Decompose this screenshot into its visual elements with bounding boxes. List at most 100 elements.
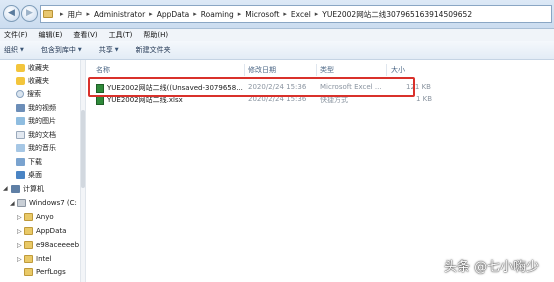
menu-tools[interactable]: 工具(T) (109, 30, 133, 40)
nav-item-label: 计算机 (23, 185, 44, 193)
expand-arrow-icon[interactable]: ▷ (17, 256, 22, 263)
nav-item-downloads[interactable]: 下载 (16, 156, 42, 168)
share-label: 共享 (98, 46, 113, 54)
star-icon (16, 64, 25, 72)
nav-item-folder-anyo[interactable]: Anyo (24, 211, 54, 223)
nav-item-label: Anyo (36, 213, 54, 221)
menu-view[interactable]: 查看(V) (73, 30, 97, 40)
nav-item-favorites-2[interactable]: 收藏夹 (16, 75, 49, 87)
video-icon (16, 104, 25, 112)
watermark: 头条 @七小嗨少 (444, 260, 540, 275)
new-folder-button[interactable]: 新建文件夹 (136, 45, 171, 55)
nav-item-desktop[interactable]: 桌面 (16, 169, 42, 181)
nav-item-drive-c[interactable]: Windows7 (C: (17, 197, 77, 209)
nav-item-label: Windows7 (C: (29, 199, 77, 207)
menu-help[interactable]: 帮助(H) (143, 30, 168, 40)
chevron-right-icon[interactable]: ▸ (238, 10, 242, 18)
star-icon (16, 77, 25, 85)
scrollbar-thumb[interactable] (81, 110, 85, 188)
nav-item-favorites[interactable]: 收藏夹 (16, 62, 49, 74)
collapse-arrow-icon[interactable]: ◢ (3, 185, 8, 192)
folder-icon (24, 227, 33, 235)
forward-button[interactable]: ▶ (21, 5, 38, 22)
back-button[interactable]: ◀ (3, 5, 20, 22)
expand-arrow-icon[interactable]: ▷ (17, 228, 22, 235)
folder-icon (24, 268, 33, 276)
navigation-pane: 收藏夹 收藏夹 搜索 我的视频 我的图片 我的文档 我的音乐 下载 桌面 ◢ 计… (0, 60, 80, 282)
column-divider[interactable] (244, 64, 245, 76)
chevron-down-icon: ▼ (77, 47, 82, 53)
address-row: ◀ ▶ ▸ 用户 ▸ Administrator ▸ AppData ▸ Roa… (0, 0, 554, 29)
column-divider[interactable] (386, 64, 387, 76)
include-in-library-label: 包含到库中 (40, 46, 76, 54)
chevron-right-icon[interactable]: ▸ (283, 10, 287, 18)
menu-bar: 文件(F) 编辑(E) 查看(V) 工具(T) 帮助(H) (0, 29, 554, 41)
column-header-date[interactable]: 修改日期 (248, 65, 276, 75)
include-in-library-button[interactable]: 包含到库中 ▼ (41, 45, 82, 55)
nav-item-folder-appdata[interactable]: AppData (24, 225, 66, 237)
organize-button[interactable]: 组织 ▼ (4, 45, 24, 55)
nav-item-label: e98aceeeeb (36, 241, 80, 249)
new-folder-label: 新建文件夹 (135, 46, 171, 54)
breadcrumb-administrator[interactable]: Administrator (94, 10, 145, 19)
folder-icon (24, 255, 33, 263)
menu-file[interactable]: 文件(F) (4, 30, 28, 40)
folder-icon (24, 241, 33, 249)
chevron-down-icon: ▼ (114, 47, 119, 53)
nav-item-label: AppData (36, 227, 67, 235)
nav-item-documents[interactable]: 我的文档 (16, 129, 56, 141)
expand-arrow-icon[interactable]: ▷ (17, 242, 22, 249)
breadcrumb-excel[interactable]: Excel (291, 10, 311, 19)
nav-item-label: Intel (36, 255, 52, 263)
nav-item-label: 我的图片 (28, 117, 56, 125)
expand-arrow-icon[interactable]: ▷ (17, 214, 22, 221)
column-header-name[interactable]: 名称 (96, 65, 110, 75)
chevron-right-icon[interactable]: ▸ (60, 10, 64, 18)
collapse-arrow-icon[interactable]: ◢ (10, 200, 15, 207)
nav-item-label: 下载 (28, 158, 42, 166)
nav-item-folder-intel[interactable]: Intel (24, 253, 52, 265)
nav-item-label: 我的音乐 (28, 144, 56, 152)
folder-icon (24, 213, 33, 221)
organize-label: 组织 (4, 46, 18, 54)
command-toolbar: 组织 ▼ 包含到库中 ▼ 共享 ▼ 新建文件夹 (0, 41, 554, 60)
nav-item-label: 收藏夹 (28, 64, 49, 72)
chevron-right-icon[interactable]: ▸ (87, 10, 91, 18)
nav-item-folder-e98[interactable]: e98aceeeeb (24, 239, 79, 251)
highlight-annotation-box (88, 77, 415, 97)
nav-item-label: 桌面 (28, 171, 42, 179)
picture-icon (16, 117, 25, 125)
nav-item-pictures[interactable]: 我的图片 (16, 115, 56, 127)
drive-icon (17, 199, 26, 207)
back-arrow-icon: ◀ (8, 8, 15, 18)
column-header-type[interactable]: 类型 (320, 65, 334, 75)
nav-item-label: 我的视频 (28, 104, 56, 112)
breadcrumb-appdata[interactable]: AppData (157, 10, 190, 19)
download-icon (16, 158, 25, 166)
folder-icon (43, 10, 53, 18)
menu-edit[interactable]: 编辑(E) (39, 30, 63, 40)
nav-item-folder-perflogs[interactable]: PerfLogs (24, 266, 66, 278)
nav-item-label: 收藏夹 (28, 77, 49, 85)
nav-item-music[interactable]: 我的音乐 (16, 142, 56, 154)
document-icon (16, 131, 25, 139)
forward-arrow-icon: ▶ (26, 8, 33, 18)
nav-item-label: 搜索 (27, 90, 41, 98)
nav-item-search[interactable]: 搜索 (16, 88, 41, 100)
breadcrumb-users[interactable]: 用户 (68, 9, 83, 20)
breadcrumb-microsoft[interactable]: Microsoft (245, 10, 279, 19)
nav-item-videos[interactable]: 我的视频 (16, 102, 56, 114)
chevron-right-icon[interactable]: ▸ (315, 10, 319, 18)
chevron-down-icon: ▼ (20, 47, 24, 53)
file-size: 1 KB (416, 95, 433, 103)
chevron-right-icon[interactable]: ▸ (193, 10, 197, 18)
nav-item-label: PerfLogs (36, 268, 66, 276)
nav-item-computer[interactable]: 计算机 (11, 183, 44, 195)
chevron-right-icon[interactable]: ▸ (149, 10, 153, 18)
breadcrumb-current-folder[interactable]: YUE2002网站二线307965163914509652 (322, 9, 472, 20)
address-bar[interactable]: ▸ 用户 ▸ Administrator ▸ AppData ▸ Roaming… (40, 5, 552, 23)
column-divider[interactable] (316, 64, 317, 76)
breadcrumb-roaming[interactable]: Roaming (201, 10, 234, 19)
column-header-size[interactable]: 大小 (391, 65, 405, 75)
share-button[interactable]: 共享 ▼ (99, 45, 119, 55)
